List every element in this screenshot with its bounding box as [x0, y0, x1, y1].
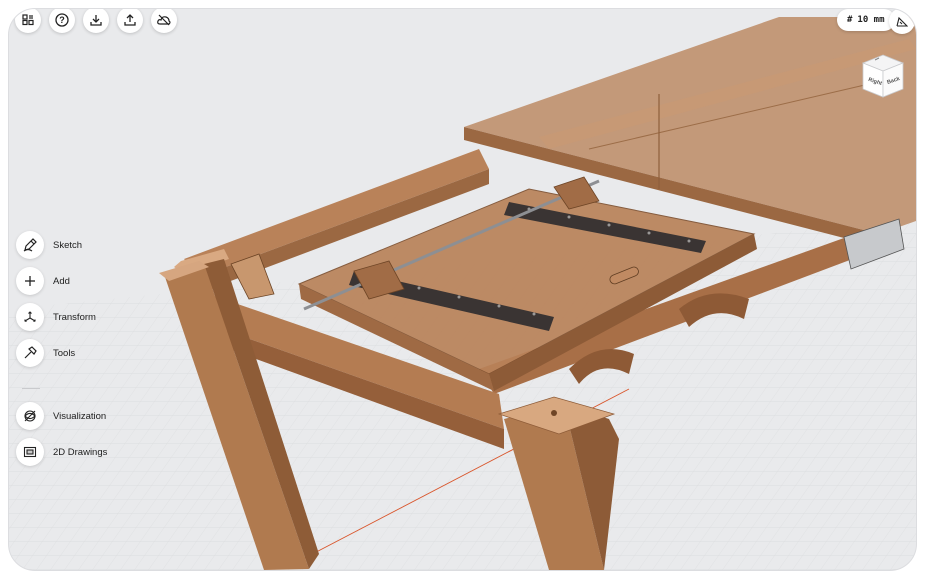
tool-label: 2D Drawings: [53, 446, 108, 458]
cloud-icon[interactable]: [151, 9, 177, 33]
drawings-icon: [16, 438, 44, 466]
top-toolbar: ?: [15, 9, 177, 33]
view-cube[interactable]: Right Back: [861, 53, 905, 99]
tool-2d-drawings[interactable]: 2D Drawings: [16, 438, 107, 466]
app-window: ? # 10 mm Right Back Sketch Add Transfor…: [9, 9, 916, 570]
tool-add[interactable]: Add: [16, 267, 70, 295]
grid-symbol: #: [847, 15, 853, 25]
tool-sketch[interactable]: Sketch: [16, 231, 82, 259]
tool-divider: [22, 388, 40, 389]
table-model[interactable]: [9, 9, 916, 570]
upload-icon[interactable]: [117, 9, 143, 33]
svg-text:?: ?: [59, 15, 65, 25]
tool-label: Sketch: [53, 239, 83, 251]
pencil-icon: [16, 231, 44, 259]
download-icon[interactable]: [83, 9, 109, 33]
tool-label: Visualization: [53, 410, 107, 422]
visualization-icon: [16, 402, 44, 430]
3d-viewport[interactable]: [9, 9, 916, 570]
transform-icon: [16, 303, 44, 331]
measure-icon[interactable]: [889, 9, 915, 34]
grid-size-value: 10 mm: [857, 15, 885, 25]
tool-label: Tools: [53, 347, 76, 359]
plus-icon: [16, 267, 44, 295]
tool-label: Transform: [53, 311, 96, 323]
grid-size-chip[interactable]: # 10 mm: [837, 9, 895, 31]
tool-transform[interactable]: Transform: [16, 303, 96, 331]
help-icon[interactable]: ?: [49, 9, 75, 33]
hammer-icon: [16, 339, 44, 367]
tool-visualization[interactable]: Visualization: [16, 402, 106, 430]
tool-label: Add: [53, 275, 70, 287]
settings-sliders-icon[interactable]: [15, 9, 41, 33]
tool-tools[interactable]: Tools: [16, 339, 75, 367]
